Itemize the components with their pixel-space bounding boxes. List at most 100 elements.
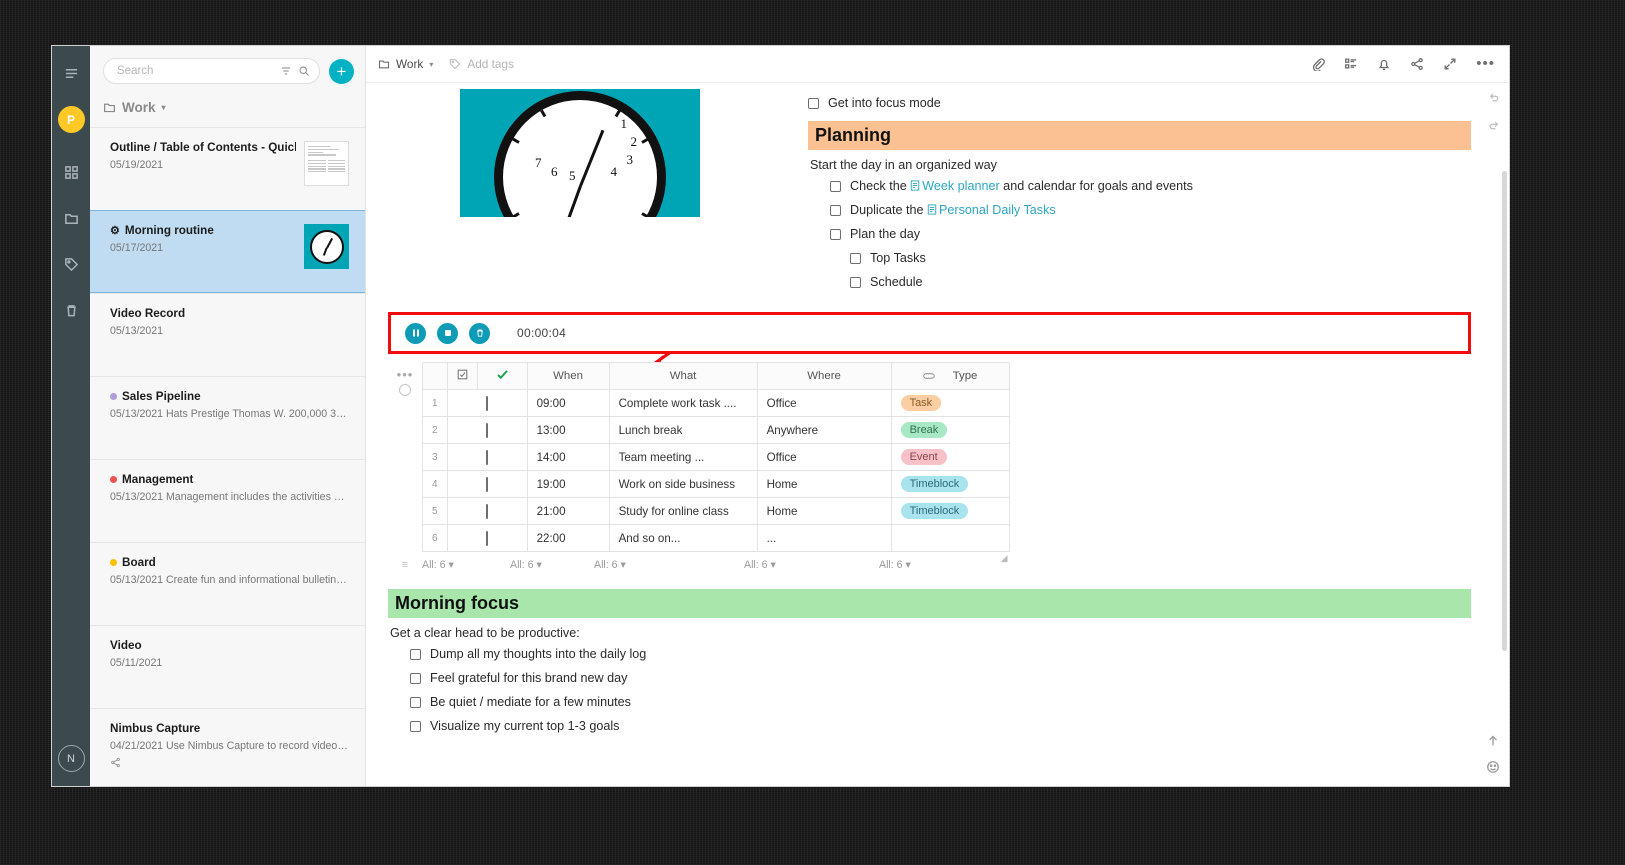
checkbox[interactable]: [830, 180, 841, 192]
table-resize-handle[interactable]: ◢: [1001, 553, 1008, 564]
cell-what[interactable]: Lunch break: [608, 416, 758, 444]
cell-what[interactable]: Study for online class: [608, 497, 758, 525]
share-icon[interactable]: [110, 757, 349, 768]
search-input[interactable]: [117, 65, 274, 77]
search-icon[interactable]: [298, 65, 310, 77]
table-row[interactable]: 2 13:00 Lunch break Anywhere Break: [422, 416, 1010, 444]
row-checkbox-cell[interactable]: [446, 389, 528, 417]
list-item[interactable]: Management 05/13/2021 Management include…: [90, 459, 365, 542]
checkbox[interactable]: [486, 476, 489, 492]
column-header-where[interactable]: Where: [756, 362, 892, 390]
table-row[interactable]: 4 19:00 Work on side business Home Timeb…: [422, 470, 1010, 498]
list-item[interactable]: Nimbus Capture 04/21/2021 Use Nimbus Cap…: [90, 708, 365, 786]
column-header-what[interactable]: What: [608, 362, 758, 390]
attachment-icon[interactable]: [1311, 57, 1326, 71]
menu-icon[interactable]: [58, 60, 84, 86]
breadcrumb[interactable]: Work ▾: [378, 57, 433, 71]
green-check-icon[interactable]: [476, 362, 528, 390]
redo-icon[interactable]: [1488, 118, 1500, 136]
cell-where[interactable]: Home: [756, 470, 892, 498]
checkbox[interactable]: [808, 97, 819, 109]
cell-type[interactable]: Break: [890, 416, 1010, 444]
table-footer-handle-icon[interactable]: ≡: [388, 559, 422, 571]
column-header-when[interactable]: When: [526, 362, 610, 390]
checkbox[interactable]: [410, 648, 421, 660]
list-item[interactable]: Video Record 05/13/2021: [90, 293, 365, 376]
search-box[interactable]: [103, 58, 320, 84]
table-menu-icon[interactable]: •••: [397, 368, 414, 381]
checkbox[interactable]: [850, 276, 861, 288]
folder-icon[interactable]: [58, 205, 84, 231]
row-checkbox-cell[interactable]: [446, 470, 528, 498]
share-icon[interactable]: [1410, 57, 1424, 71]
cell-when[interactable]: 19:00: [526, 470, 610, 498]
link-personal-daily-tasks[interactable]: Personal Daily Tasks: [927, 203, 1056, 217]
checklist-item-top-tasks[interactable]: Top Tasks: [850, 246, 1471, 270]
checklist-item-dump-thoughts[interactable]: Dump all my thoughts into the daily log: [410, 642, 1471, 666]
add-note-button[interactable]: +: [329, 58, 354, 84]
checkbox[interactable]: [410, 696, 421, 708]
more-icon[interactable]: •••: [1476, 56, 1495, 71]
checkbox[interactable]: [486, 395, 489, 411]
folder-header[interactable]: Work ▾: [90, 94, 365, 127]
checkbox[interactable]: [486, 449, 489, 465]
checkbox[interactable]: [486, 422, 489, 438]
row-checkbox-cell[interactable]: [446, 416, 528, 444]
aggregate-where[interactable]: All: 6 ▾: [744, 559, 879, 571]
aggregate-check[interactable]: All: 6 ▾: [422, 559, 510, 571]
checklist-item-personal-daily-tasks[interactable]: Duplicate the Personal Daily Tasks: [830, 198, 1471, 222]
table-select-circle-icon[interactable]: [399, 384, 411, 396]
link-week-planner[interactable]: Week planner: [910, 179, 1000, 193]
aggregate-what[interactable]: All: 6 ▾: [594, 559, 744, 571]
checkbox[interactable]: [850, 252, 861, 264]
chevron-down-icon[interactable]: ▾: [162, 103, 166, 112]
checkbox[interactable]: [830, 228, 841, 240]
row-checkbox-cell[interactable]: [446, 497, 528, 525]
list-item[interactable]: Outline / Table of Contents - Quick ... …: [90, 127, 365, 210]
list-item[interactable]: Board 05/13/2021 Create fun and informat…: [90, 542, 365, 625]
grid-icon[interactable]: [58, 159, 84, 185]
cell-where[interactable]: Office: [756, 389, 892, 417]
table-row[interactable]: 3 14:00 Team meeting ... Office Event: [422, 443, 1010, 471]
cell-where[interactable]: ...: [756, 524, 892, 552]
grid-view-icon[interactable]: [1344, 57, 1358, 71]
vertical-scrollbar[interactable]: [1502, 171, 1507, 651]
cell-type[interactable]: Event: [890, 443, 1010, 471]
scroll-to-top-icon[interactable]: [1486, 734, 1500, 748]
expand-icon[interactable]: [1443, 57, 1457, 71]
pause-button[interactable]: [405, 322, 426, 344]
checklist-item-be-quiet[interactable]: Be quiet / mediate for a few minutes: [410, 690, 1471, 714]
avatar[interactable]: P: [57, 106, 85, 133]
cell-type[interactable]: Timeblock: [890, 470, 1010, 498]
table-row[interactable]: 5 21:00 Study for online class Home Time…: [422, 497, 1010, 525]
user-avatar-bottom[interactable]: N: [57, 745, 85, 772]
checkbox-column-icon[interactable]: [446, 362, 478, 390]
row-checkbox-cell[interactable]: [446, 443, 528, 471]
table-row[interactable]: 6 22:00 And so on... ...: [422, 524, 1010, 552]
aggregate-when[interactable]: All: 6 ▾: [510, 559, 594, 571]
cell-when[interactable]: 21:00: [526, 497, 610, 525]
checkbox[interactable]: [410, 672, 421, 684]
checklist-item-plan-the-day[interactable]: Plan the day: [830, 222, 1471, 246]
delete-button[interactable]: [469, 322, 490, 344]
list-item-morning-routine[interactable]: ⚙ Morning routine 05/17/2021: [90, 210, 365, 293]
cell-what[interactable]: Complete work task ....: [608, 389, 758, 417]
list-item[interactable]: Sales Pipeline 05/13/2021 Hats Prestige …: [90, 376, 365, 459]
tag-icon[interactable]: [58, 251, 84, 277]
cell-type[interactable]: [890, 524, 1010, 552]
cell-what[interactable]: And so on...: [608, 524, 758, 552]
cell-what[interactable]: Team meeting ...: [608, 443, 758, 471]
checkbox[interactable]: [830, 204, 841, 216]
checklist-item-focus-mode[interactable]: Get into focus mode: [808, 91, 1471, 115]
row-checkbox-cell[interactable]: [446, 524, 528, 552]
aggregate-type[interactable]: All: 6 ▾: [879, 559, 911, 571]
checklist-item-week-planner[interactable]: Check the Week planner and calendar for …: [830, 174, 1471, 198]
cell-type[interactable]: Timeblock: [890, 497, 1010, 525]
cell-when[interactable]: 14:00: [526, 443, 610, 471]
undo-icon[interactable]: [1488, 90, 1500, 108]
checkbox[interactable]: [486, 503, 489, 519]
trash-icon[interactable]: [58, 297, 84, 323]
checklist-item-schedule[interactable]: Schedule: [850, 270, 1471, 294]
stop-button[interactable]: [437, 322, 458, 344]
cell-when[interactable]: 22:00: [526, 524, 610, 552]
